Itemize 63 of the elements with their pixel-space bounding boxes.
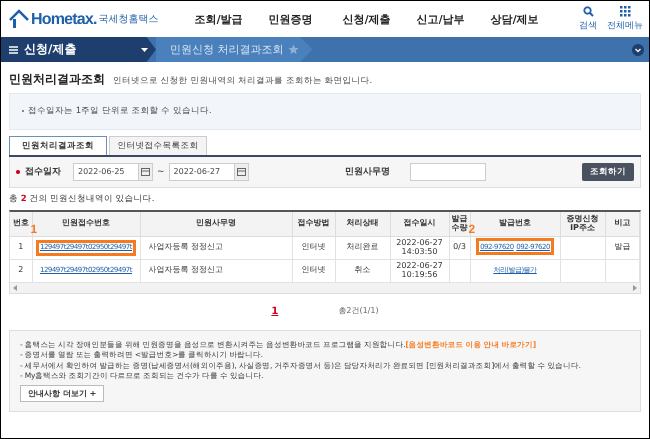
table-cell: 사업자등록 정정신고 (140, 259, 292, 282)
scroll-right-icon[interactable] (633, 284, 637, 291)
tab[interactable]: 민원처리결과조회 (9, 136, 107, 155)
callout-number: 1 (30, 222, 38, 236)
logo[interactable]: Hometax. (31, 11, 97, 29)
page-link[interactable]: 1 (271, 306, 278, 318)
tab[interactable]: 인터넷접수목록조회 (109, 136, 207, 155)
calendar-button[interactable] (234, 162, 249, 181)
brand-name: 국세청홈택스 (98, 13, 159, 26)
column-header: 민원사무명 (140, 212, 292, 236)
date-field[interactable]: 2022-06-27 (168, 162, 235, 181)
menu-item[interactable]: 신고/납부 (416, 12, 491, 26)
breadcrumb-page: 민원신청 처리결과조회 (170, 42, 284, 57)
menu-item[interactable]: 민원증명 (268, 12, 343, 26)
grid-menu-icon (620, 6, 630, 17)
column-header: 발급 수량 (449, 212, 470, 236)
table-cell: 발급 (605, 236, 640, 260)
table-cell: 2022-06-27 14:03:50 (390, 236, 449, 260)
caret-icon (141, 48, 148, 52)
more-info-button[interactable]: 안내사항 더보기 + (20, 384, 104, 402)
notice-text: 접수일자는 1주일 단위로 조회할 수 있습니다. (28, 106, 212, 117)
menu-item[interactable]: 신청/제출 (342, 12, 417, 26)
table-cell: 2022-06-27 10:19:56 (390, 259, 449, 282)
section-menu[interactable]: 신청/제출 (1, 37, 156, 62)
range-separator: ~ (157, 166, 165, 177)
column-header: 번호 (10, 212, 32, 236)
table-cell: 인터넷 (292, 236, 335, 260)
table-cell: 2 (10, 259, 32, 282)
scroll-left-icon[interactable] (13, 284, 17, 291)
grid-button[interactable]: 전체메뉴 (607, 6, 643, 32)
calendar-icon (141, 168, 150, 176)
table-cell: 0/3 (449, 236, 470, 260)
horizontal-scrollbar[interactable] (10, 282, 640, 293)
table-cell: 취소 (335, 259, 390, 282)
page-title: 민원처리결과조회 (9, 72, 105, 86)
calendar-icon (236, 168, 246, 176)
house-roof-icon (9, 9, 29, 29)
table-cell: 처리완료 (335, 236, 390, 260)
column-header: 비고 (605, 212, 640, 236)
column-header: 증명신청 IP주소 (560, 212, 605, 236)
result-count-text: 총 2 건의 민원신청내역이 있습니다. (9, 194, 156, 204)
menu-item[interactable]: 조회/발급 (194, 12, 269, 26)
column-header: 처리상태 (335, 212, 390, 236)
star-icon[interactable] (288, 44, 298, 55)
search-icon (582, 6, 594, 17)
column-header: 접수일시 (390, 212, 449, 236)
field-label: 민원사무명 (344, 166, 390, 178)
input-field[interactable] (410, 162, 486, 181)
table-cell: 사업자등록 정정신고 (140, 236, 292, 260)
search-button[interactable]: 조회하기 (582, 162, 634, 181)
total-count: 총2건(1/1) (338, 306, 379, 317)
calendar-button[interactable] (139, 162, 153, 181)
table-cell: 인터넷 (292, 259, 335, 282)
search-button[interactable]: 검색 (579, 6, 597, 32)
column-header: 접수방법 (292, 212, 335, 236)
field-label: 접수일자 (25, 166, 61, 178)
page-description: 인터넷으로 신청한 민원내역의 처리결과를 조회하는 화면입니다. (113, 76, 372, 86)
date-field[interactable]: 2022-06-25 (73, 162, 139, 181)
menu-item[interactable]: 상담/제보 (490, 12, 565, 26)
table-cell: 1 (10, 236, 32, 260)
callout-number: 2 (468, 222, 476, 236)
chevron-down-icon[interactable] (632, 44, 644, 56)
menu-icon (9, 46, 18, 54)
